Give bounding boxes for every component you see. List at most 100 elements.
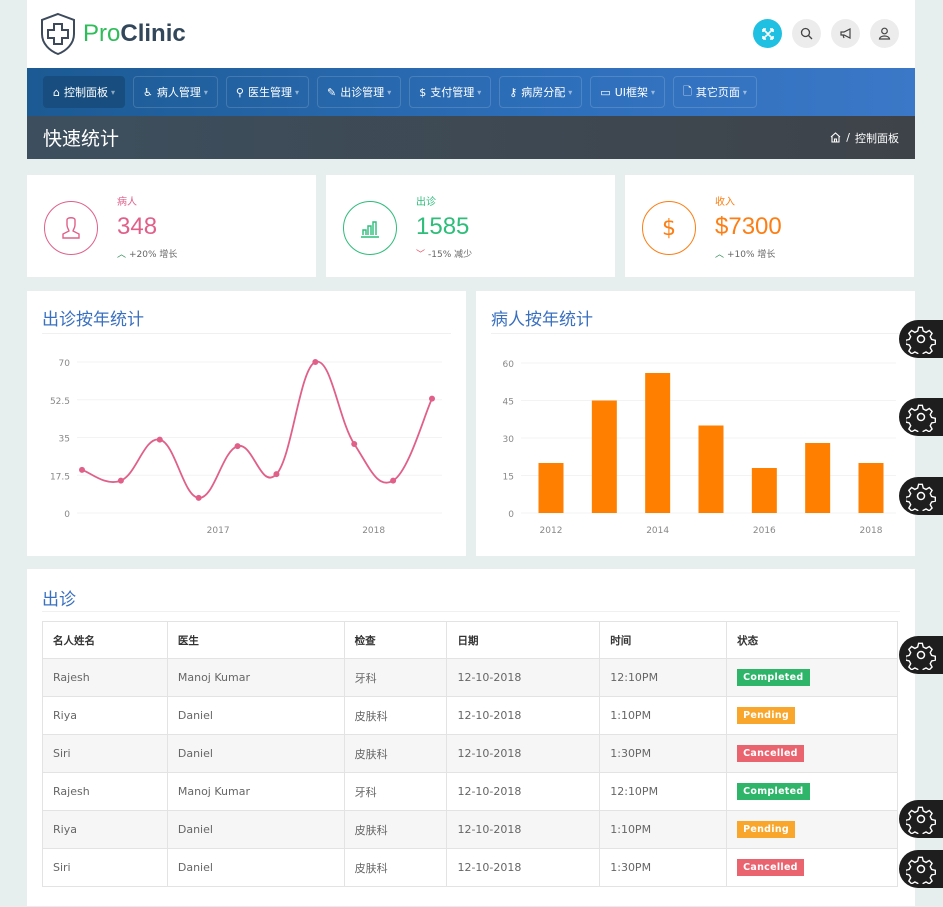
column-header[interactable]: 日期 [446,621,601,659]
header-actions [753,19,899,48]
settings-toggle-button[interactable] [899,477,943,515]
appointments-table: 名人姓名 医生 检查 日期 时间 状态 Rajesh Manoj Kumar 牙科 12-10-… [42,621,898,887]
divider [42,611,900,612]
logo[interactable]: ProClinic [39,12,186,56]
cell-check: 皮肤科 [343,848,448,887]
caret-down-icon: ▾ [742,87,747,97]
nav-item-label: 其它页面 [695,86,740,99]
stat-card-visits: 出诊 1585 ﹀ -15% 减少 [326,175,615,277]
column-header[interactable]: 状态 [726,621,898,659]
data-point[interactable] [429,395,435,402]
page: ProClinic ⌂ 控制面板 ▾ ♿ 病人管理 ▾ ⚲ 医生管理 ▾ ✎ 出诊管理 ▾ $ 支付管理 ▾… [27,0,915,906]
profile-button[interactable] [870,19,899,48]
data-point[interactable] [156,436,163,443]
cell-date: 12-10-2018 [446,696,601,735]
cell-patient: Riya [42,696,168,735]
user-icon [878,27,891,40]
data-point[interactable] [312,359,319,365]
y-tick-label: 30 [503,435,515,445]
status-badge: Cancelled [737,859,804,876]
cell-check: 皮肤科 [343,810,448,849]
data-point[interactable] [117,477,124,484]
table-title: 出诊 [42,590,76,610]
cell-check: 皮肤科 [343,734,448,773]
fullscreen-button[interactable] [753,19,782,48]
search-button[interactable] [792,19,821,48]
series-line [81,361,433,499]
settings-toggle-button[interactable] [899,636,943,674]
stat-card-patients: 病人 348 ︿ +20% 增长 [27,175,316,277]
gear-icon [906,326,936,354]
line-chart-card: 出诊按年统计 0 17.5 35 52.5 70 2017 2018 [27,291,466,556]
bar-2017[interactable] [805,443,831,513]
status-badge: Pending [737,821,795,838]
nav-item-1[interactable]: ♿ 病人管理 ▾ [133,76,218,108]
bar-2012[interactable] [538,463,564,513]
home-icon: ⌂ [53,85,60,99]
data-point[interactable] [390,477,397,484]
table-row[interactable]: Rajesh Manoj Kumar 牙科 12-10-2018 12:10PM Comp… [42,658,898,697]
notifications-button[interactable] [831,19,860,48]
cell-check: 牙科 [343,772,448,811]
cell-time: 1:10PM [599,810,728,849]
cell-check: 牙科 [343,658,448,697]
home-icon[interactable] [830,132,841,143]
column-header[interactable]: 时间 [599,621,728,659]
brand-name: ProClinic [83,20,186,48]
table-row[interactable]: Riya Daniel 皮肤科 12-10-2018 1:10PM Pending [42,696,898,735]
caret-down-icon: ▾ [110,87,115,97]
settings-toggle-button[interactable] [899,398,943,436]
line-chart: 0 17.5 35 52.5 70 2017 2018 [50,359,442,536]
stat-change-text: +20% 增长 [129,250,178,260]
data-point[interactable] [79,466,85,473]
column-header[interactable]: 名人姓名 [42,621,168,659]
nav-item-4[interactable]: $ 支付管理 ▾ [409,76,492,108]
bar-2018[interactable] [858,463,884,513]
y-tick-label: 15 [503,473,514,483]
nav-item-3[interactable]: ✎ 出诊管理 ▾ [316,76,402,108]
bar-2014[interactable] [645,373,671,513]
nav-item-5[interactable]: ⚷ 病房分配 ▾ [499,76,583,108]
cell-patient: Siri [42,848,168,887]
bar-2013[interactable] [591,400,617,514]
edit-icon: ✎ [326,85,337,99]
cell-doctor: Manoj Kumar [166,658,345,697]
settings-toggle-button[interactable] [899,850,943,888]
cell-patient: Rajesh [42,658,168,697]
cell-time: 12:10PM [599,658,728,697]
cell-time: 12:10PM [599,772,728,811]
cell-date: 12-10-2018 [446,848,601,887]
cell-patient: Siri [42,734,168,773]
stat-change-text: -15% 减少 [428,250,473,260]
stat-cards: 病人 348 ︿ +20% 增长 出诊 1585 ﹀ -15% 减少 $ 收入 $7… [27,175,915,277]
table-row[interactable]: Rajesh Manoj Kumar 牙科 12-10-2018 12:10PM Comp… [42,772,898,811]
bar-2015[interactable] [698,425,724,514]
nav-item-2[interactable]: ⚲ 医生管理 ▾ [225,76,309,108]
data-point[interactable] [273,471,280,478]
fullscreen-icon [761,27,774,40]
table-row[interactable]: Siri Daniel 皮肤科 12-10-2018 1:30PM Cancelled [42,734,898,773]
cell-date: 12-10-2018 [446,734,601,773]
column-header[interactable]: 检查 [343,621,448,659]
nav-item-0[interactable]: ⌂ 控制面板 ▾ [43,76,125,108]
nav-item-7[interactable]: 🗋 其它页面 ▾ [673,76,757,108]
data-point[interactable] [351,440,358,447]
data-point[interactable] [195,494,202,501]
arrow-up-icon: ︿ [117,250,127,260]
table-row[interactable]: Siri Daniel 皮肤科 12-10-2018 1:30PM Cancelled [42,848,898,887]
table-row[interactable]: Riya Daniel 皮肤科 12-10-2018 1:10PM Pending [42,810,898,849]
breadcrumb: / 控制面板 [830,130,899,146]
wheelchair-icon: ♿ [143,85,153,99]
cell-status: Completed [726,772,898,811]
data-point[interactable] [234,443,241,450]
settings-toggle-button[interactable] [899,320,943,358]
column-header[interactable]: 医生 [166,621,345,659]
stat-card-income: $ 收入 $7300 ︿ +10% 增长 [625,175,914,277]
dollar-icon: $ [662,215,676,241]
cell-date: 12-10-2018 [446,810,601,849]
settings-toggle-button[interactable] [899,800,943,838]
bar-2016[interactable] [751,468,777,513]
breadcrumb-current[interactable]: 控制面板 [855,130,899,146]
main-nav: ⌂ 控制面板 ▾ ♿ 病人管理 ▾ ⚲ 医生管理 ▾ ✎ 出诊管理 ▾ $ 支付管理 ▾ ⚷ 病房分配 ▾ ▭ UI框… [27,68,915,116]
nav-item-6[interactable]: ▭ UI框架 ▾ [590,76,666,108]
